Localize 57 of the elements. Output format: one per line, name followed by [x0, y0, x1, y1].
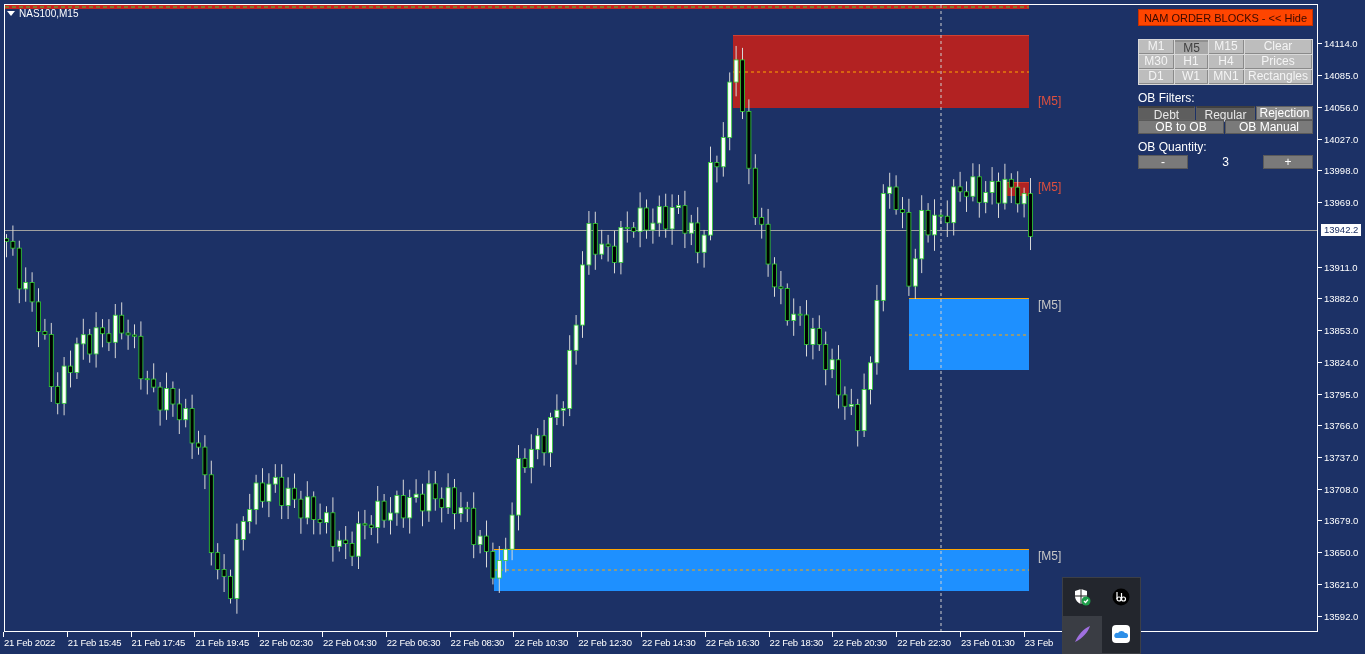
price-tick-label: 14056.0: [1324, 101, 1359, 113]
shield-icon[interactable]: [1073, 587, 1092, 606]
time-tick-label: 22 Feb 16:30: [705, 637, 760, 648]
increase-button[interactable]: +: [1263, 155, 1313, 169]
price-tick-label: 13766.0: [1324, 420, 1359, 432]
section-label: OB Quantity:: [1138, 140, 1208, 154]
time-tick-label: 21 Feb 19:45: [195, 637, 249, 648]
cloud-icon[interactable]: [1111, 625, 1130, 644]
price-tick-label: 14114.0: [1324, 38, 1358, 50]
time-tick-label: 23 Feb 01:30: [960, 637, 1015, 648]
time-tick-label: 22 Feb 20:30: [833, 637, 887, 648]
mode-button[interactable]: OB to OB: [1138, 120, 1224, 134]
time-tick-label: 22 Feb 04:30: [323, 637, 377, 648]
time-tick-label: 22 Feb 08:30: [450, 637, 505, 648]
time-tick-label: 22 Feb 22:30: [897, 637, 951, 648]
hide-panel-button[interactable]: NAM ORDER BLOCKS - << Hide: [1138, 9, 1313, 26]
zone-label: [M5]: [1038, 549, 1062, 563]
feather-icon[interactable]: [1073, 625, 1092, 644]
round-logo-icon[interactable]: [1111, 587, 1130, 606]
price-tick-label: 13592.0: [1324, 610, 1359, 622]
price-tick-label: 13708.0: [1324, 483, 1359, 495]
time-tick-label: 22 Feb 14:30: [641, 637, 696, 648]
price-tick-label: 14027.0: [1324, 133, 1359, 145]
zone-label: [M5]: [1038, 94, 1062, 108]
symbol-label: NAS100,M15: [19, 8, 79, 19]
price-tick-label: 13824.0: [1324, 356, 1359, 368]
time-tick-label: 22 Feb 10:30: [514, 637, 568, 648]
price-tick-label: 13969.0: [1324, 196, 1359, 208]
mode-button[interactable]: OB Manual: [1225, 120, 1313, 134]
filter-button[interactable]: Rejection: [1256, 106, 1313, 120]
zone-label: [M5]: [1038, 180, 1062, 194]
time-tick-label: 22 Feb 18:30: [769, 637, 824, 648]
price-tick-label: 13737.0: [1324, 452, 1359, 463]
price-tick-label: 14085.0: [1324, 70, 1359, 82]
time-tick-label: 21 Feb 17:45: [131, 637, 186, 648]
zone-label: [M5]: [1038, 298, 1062, 312]
filter-button[interactable]: Debt: [1138, 106, 1195, 120]
price-tick-label: 13679.0: [1324, 515, 1359, 527]
quantity-value: 3: [1221, 155, 1230, 169]
price-tick-label: 13650.0: [1324, 547, 1359, 559]
price-tick-label: 13853.0: [1324, 325, 1359, 337]
price-tick-label: 13621.0: [1324, 578, 1359, 590]
time-tick-label: 22 Feb 02:30: [259, 637, 313, 648]
price-tick-label: 13882.0: [1324, 293, 1359, 305]
current-price-label: 13942.2: [1321, 224, 1362, 236]
time-tick-label: 23 Feb: [1024, 637, 1054, 648]
section-label: OB Filters:: [1138, 91, 1196, 105]
time-tick-label: 22 Feb 06:30: [386, 637, 441, 648]
time-tick-label: 21 Feb 15:45: [67, 637, 122, 648]
time-tick-label: 22 Feb 12:30: [578, 637, 632, 648]
price-tick-label: 13998.0: [1324, 165, 1359, 177]
decrease-button[interactable]: -: [1138, 155, 1188, 169]
time-tick-label: 21 Feb 2022: [4, 637, 56, 648]
price-tick-label: 13911.0: [1324, 261, 1358, 273]
price-tick-label: 13795.0: [1324, 388, 1359, 400]
timeframe-button[interactable]: M5: [1175, 40, 1208, 54]
dropdown-triangle-icon: [7, 11, 15, 16]
